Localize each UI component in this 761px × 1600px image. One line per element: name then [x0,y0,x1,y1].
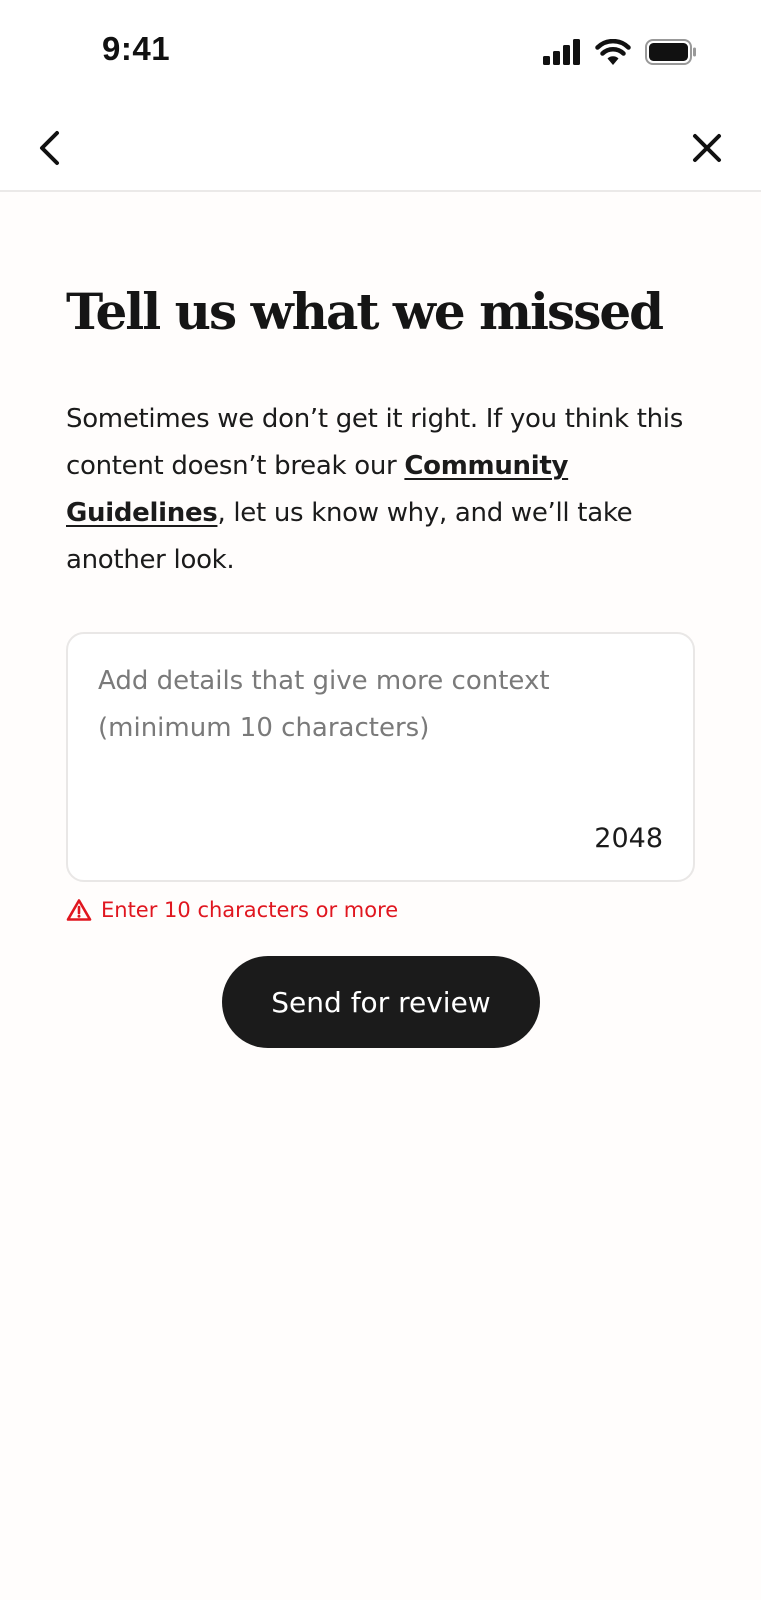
status-icons [543,38,697,66]
character-count: 2048 [594,823,663,854]
close-button[interactable] [683,124,731,172]
details-field: 2048 [66,632,695,882]
wifi-icon [595,38,631,65]
error-message: Enter 10 characters or more [66,898,398,922]
status-bar: 9:41 [0,0,761,100]
page-description: Sometimes we don’t get it right. If you … [66,396,695,584]
chevron-left-icon [40,131,59,165]
back-button[interactable] [26,124,74,172]
warning-icon [66,899,92,921]
page-title: Tell us what we missed [66,282,664,341]
details-input[interactable] [98,658,663,798]
nav-bar [0,100,761,192]
signal-icon [543,39,580,65]
send-for-review-button[interactable]: Send for review [222,956,540,1048]
status-time: 9:41 [102,30,171,67]
battery-icon [645,39,696,65]
close-icon [693,134,721,162]
error-text: Enter 10 characters or more [101,898,399,922]
description-text: Sometimes we don’t get it right. If you … [66,404,683,481]
content: Tell us what we missed Sometimes we don’… [66,190,695,1048]
